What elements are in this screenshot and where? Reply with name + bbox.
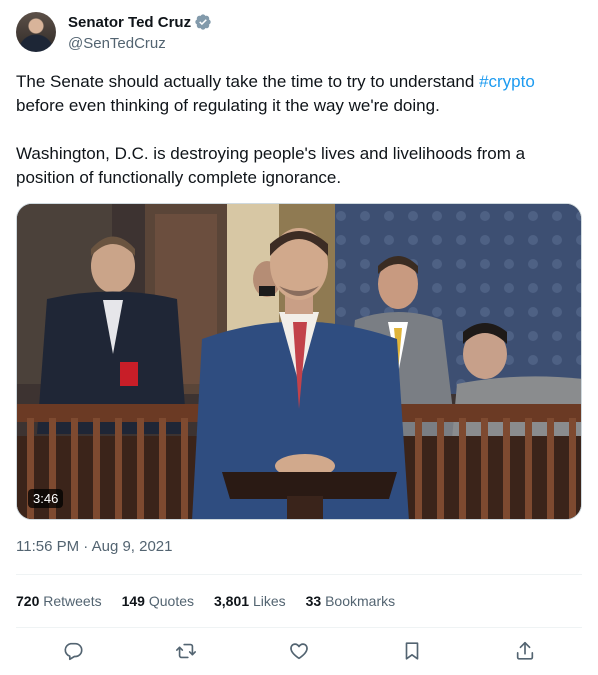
tweet-paragraph-1: The Senate should actually take the time… xyxy=(16,70,576,118)
retweets-count: 720 xyxy=(16,593,40,609)
bookmark-button[interactable] xyxy=(395,636,429,666)
bookmark-icon xyxy=(405,642,419,660)
like-button[interactable] xyxy=(282,636,316,666)
hashtag-link[interactable]: #crypto xyxy=(479,72,535,91)
quotes-count: 149 xyxy=(121,593,145,609)
video-player[interactable]: 3:46 xyxy=(16,203,582,520)
verified-badge-icon xyxy=(195,14,211,30)
name-row: Senator Ted Cruz xyxy=(68,12,212,32)
tweet-paragraph-2: Washington, D.C. is destroying people's … xyxy=(16,144,526,187)
author-name[interactable]: Senator Ted Cruz xyxy=(68,14,191,31)
tweet-text-part: The Senate should actually take the time… xyxy=(16,72,480,91)
tweet-timestamp[interactable]: 11:56 PM · Aug 9, 2021 xyxy=(16,537,173,557)
tweet-text-part: before even thinking of regulating it th… xyxy=(16,96,440,115)
avatar[interactable] xyxy=(16,12,56,52)
tweet-text: The Senate should actually take the time… xyxy=(16,70,576,190)
reply-icon xyxy=(64,642,83,661)
divider xyxy=(16,627,582,628)
reply-button[interactable] xyxy=(56,636,90,666)
divider xyxy=(16,574,582,575)
likes-label: Likes xyxy=(252,593,286,609)
bookmarks-stat[interactable]: 33 Bookmarks xyxy=(306,593,396,609)
bookmarks-count: 33 xyxy=(305,593,322,609)
share-icon xyxy=(517,641,534,660)
retweet-button[interactable] xyxy=(169,636,203,666)
author-block: Senator Ted Cruz @SenTedCruz xyxy=(68,12,212,54)
retweets-stat[interactable]: 720 Retweets xyxy=(16,593,102,609)
tweet-stats: 720 Retweets 149 Quotes 3,801 Likes 33 B… xyxy=(16,589,415,613)
action-bar xyxy=(16,636,582,666)
quotes-label: Quotes xyxy=(148,593,194,609)
likes-count: 3,801 xyxy=(214,593,250,609)
author-handle[interactable]: @SenTedCruz xyxy=(68,34,212,54)
retweets-label: Retweets xyxy=(43,593,102,609)
like-icon xyxy=(290,643,308,660)
share-button[interactable] xyxy=(508,636,542,666)
retweet-icon xyxy=(175,643,196,659)
quotes-stat[interactable]: 149 Quotes xyxy=(122,593,194,609)
tweet: Senator Ted Cruz @SenTedCruz The Senate … xyxy=(0,0,598,675)
video-duration: 3:46 xyxy=(28,489,64,508)
video-thumbnail xyxy=(17,204,581,519)
likes-stat[interactable]: 3,801 Likes xyxy=(214,593,286,609)
bookmarks-label: Bookmarks xyxy=(325,593,396,609)
